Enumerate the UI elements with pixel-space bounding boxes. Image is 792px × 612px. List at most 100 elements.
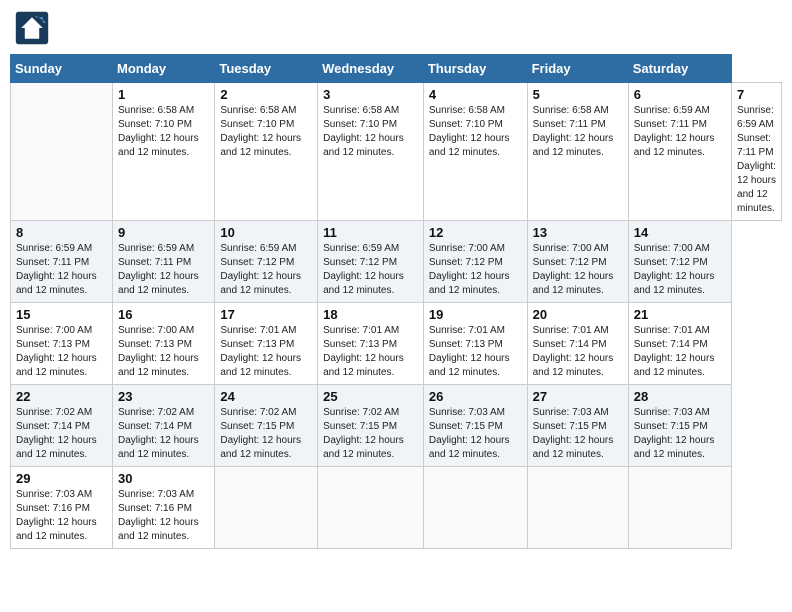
day-number: 13 [533,225,623,240]
calendar-day: 18 Sunrise: 7:01 AMSunset: 7:13 PMDayligh… [318,303,424,385]
calendar-day: 14Sunrise: 7:00 AMSunset: 7:12 PMDayligh… [628,221,731,303]
day-info: Sunrise: 7:03 AMSunset: 7:15 PMDaylight:… [634,406,726,462]
day-info: Sunrise: 6:59 AMSunset: 7:12 PMDaylight:… [220,242,312,298]
calendar-day: 11 Sunrise: 6:59 AMSunset: 7:12 PMDayligh… [318,221,424,303]
calendar-week-4: 22 Sunrise: 7:02 AMSunset: 7:14 PMDayligh… [11,385,782,467]
day-number: 23 [118,389,209,404]
calendar-day: 13 Sunrise: 7:00 AMSunset: 7:12 PMDayligh… [527,221,628,303]
calendar-week-2: 8 Sunrise: 6:59 AMSunset: 7:11 PMDaylight… [11,221,782,303]
calendar-day [215,467,318,549]
day-info: Sunrise: 6:58 AMSunset: 7:11 PMDaylight:… [533,104,623,160]
day-number: 7 [737,87,776,102]
day-number: 4 [429,87,522,102]
calendar-day: 9 Sunrise: 6:59 AMSunset: 7:11 PMDaylight… [113,221,215,303]
calendar-day: 23 Sunrise: 7:02 AMSunset: 7:14 PMDayligh… [113,385,215,467]
calendar-day: 3 Sunrise: 6:58 AMSunset: 7:10 PMDaylight… [318,83,424,221]
day-info: Sunrise: 6:59 AMSunset: 7:11 PMDaylight:… [16,242,107,298]
day-number: 19 [429,307,522,322]
day-number: 28 [634,389,726,404]
day-info: Sunrise: 7:01 AMSunset: 7:14 PMDaylight:… [634,324,726,380]
day-info: Sunrise: 7:01 AMSunset: 7:13 PMDaylight:… [220,324,312,380]
day-info: Sunrise: 7:02 AMSunset: 7:14 PMDaylight:… [16,406,107,462]
day-number: 10 [220,225,312,240]
calendar-day: 16 Sunrise: 7:00 AMSunset: 7:13 PMDayligh… [113,303,215,385]
day-number: 25 [323,389,418,404]
weekday-tuesday: Tuesday [215,55,318,83]
day-number: 18 [323,307,418,322]
day-number: 14 [634,225,726,240]
day-number: 30 [118,471,209,486]
day-number: 16 [118,307,209,322]
day-info: Sunrise: 7:03 AMSunset: 7:15 PMDaylight:… [429,406,522,462]
day-info: Sunrise: 7:00 AMSunset: 7:13 PMDaylight:… [118,324,209,380]
weekday-wednesday: Wednesday [318,55,424,83]
calendar-day: 24Sunrise: 7:02 AMSunset: 7:15 PMDayligh… [215,385,318,467]
calendar-day: 1 Sunrise: 6:58 AMSunset: 7:10 PMDaylight… [113,83,215,221]
day-info: Sunrise: 6:58 AMSunset: 7:10 PMDaylight:… [220,104,312,160]
day-info: Sunrise: 7:01 AMSunset: 7:13 PMDaylight:… [429,324,522,380]
weekday-friday: Friday [527,55,628,83]
calendar-day: 25 Sunrise: 7:02 AMSunset: 7:15 PMDayligh… [318,385,424,467]
day-number: 21 [634,307,726,322]
calendar-day: 22 Sunrise: 7:02 AMSunset: 7:14 PMDayligh… [11,385,113,467]
day-info: Sunrise: 7:03 AMSunset: 7:16 PMDaylight:… [118,488,209,544]
weekday-sunday: Sunday [11,55,113,83]
day-number: 8 [16,225,107,240]
calendar-day: 6 Sunrise: 6:59 AMSunset: 7:11 PMDaylight… [628,83,731,221]
empty-cell [11,83,113,221]
day-info: Sunrise: 6:58 AMSunset: 7:10 PMDaylight:… [118,104,209,160]
day-number: 17 [220,307,312,322]
calendar-week-1: 1 Sunrise: 6:58 AMSunset: 7:10 PMDaylight… [11,83,782,221]
calendar-day: 4 Sunrise: 6:58 AMSunset: 7:10 PMDaylight… [423,83,527,221]
day-number: 3 [323,87,418,102]
day-number: 1 [118,87,209,102]
day-info: Sunrise: 6:58 AMSunset: 7:10 PMDaylight:… [429,104,522,160]
weekday-saturday: Saturday [628,55,731,83]
day-info: Sunrise: 6:59 AMSunset: 7:11 PMDaylight:… [634,104,726,160]
calendar-day: 15Sunrise: 7:00 AMSunset: 7:13 PMDayligh… [11,303,113,385]
day-number: 27 [533,389,623,404]
day-number: 22 [16,389,107,404]
day-info: Sunrise: 6:59 AMSunset: 7:11 PMDaylight:… [737,104,776,216]
day-info: Sunrise: 6:58 AMSunset: 7:10 PMDaylight:… [323,104,418,160]
calendar-day: 30 Sunrise: 7:03 AMSunset: 7:16 PMDayligh… [113,467,215,549]
day-info: Sunrise: 7:03 AMSunset: 7:16 PMDaylight:… [16,488,107,544]
calendar-day [318,467,424,549]
calendar-table: SundayMondayTuesdayWednesdayThursdayFrid… [10,54,782,549]
day-info: Sunrise: 7:00 AMSunset: 7:12 PMDaylight:… [533,242,623,298]
day-number: 9 [118,225,209,240]
calendar-day [628,467,731,549]
calendar-day: 12 Sunrise: 7:00 AMSunset: 7:12 PMDayligh… [423,221,527,303]
day-info: Sunrise: 7:00 AMSunset: 7:13 PMDaylight:… [16,324,107,380]
calendar-day: 26 Sunrise: 7:03 AMSunset: 7:15 PMDayligh… [423,385,527,467]
calendar-day [527,467,628,549]
day-number: 20 [533,307,623,322]
day-number: 5 [533,87,623,102]
day-number: 24 [220,389,312,404]
day-info: Sunrise: 7:03 AMSunset: 7:15 PMDaylight:… [533,406,623,462]
day-info: Sunrise: 7:01 AMSunset: 7:13 PMDaylight:… [323,324,418,380]
calendar-day: 21 Sunrise: 7:01 AMSunset: 7:14 PMDayligh… [628,303,731,385]
day-number: 12 [429,225,522,240]
calendar-week-3: 15Sunrise: 7:00 AMSunset: 7:13 PMDayligh… [11,303,782,385]
day-info: Sunrise: 7:01 AMSunset: 7:14 PMDaylight:… [533,324,623,380]
calendar-day: 19 Sunrise: 7:01 AMSunset: 7:13 PMDayligh… [423,303,527,385]
day-info: Sunrise: 6:59 AMSunset: 7:11 PMDaylight:… [118,242,209,298]
day-number: 11 [323,225,418,240]
day-number: 29 [16,471,107,486]
weekday-header: SundayMondayTuesdayWednesdayThursdayFrid… [11,55,782,83]
calendar-day: 29 Sunrise: 7:03 AMSunset: 7:16 PMDayligh… [11,467,113,549]
day-info: Sunrise: 7:00 AMSunset: 7:12 PMDaylight:… [429,242,522,298]
day-info: Sunrise: 6:59 AMSunset: 7:12 PMDaylight:… [323,242,418,298]
day-info: Sunrise: 7:02 AMSunset: 7:14 PMDaylight:… [118,406,209,462]
calendar-day: 7 Sunrise: 6:59 AMSunset: 7:11 PMDaylight… [732,83,782,221]
calendar-day: 2Sunrise: 6:58 AMSunset: 7:10 PMDaylight… [215,83,318,221]
calendar-day: 17 Sunrise: 7:01 AMSunset: 7:13 PMDayligh… [215,303,318,385]
calendar-day: 20 Sunrise: 7:01 AMSunset: 7:14 PMDayligh… [527,303,628,385]
day-number: 6 [634,87,726,102]
logo-icon [14,10,50,46]
day-info: Sunrise: 7:02 AMSunset: 7:15 PMDaylight:… [323,406,418,462]
day-number: 26 [429,389,522,404]
calendar-day [423,467,527,549]
calendar-day: 28 Sunrise: 7:03 AMSunset: 7:15 PMDayligh… [628,385,731,467]
